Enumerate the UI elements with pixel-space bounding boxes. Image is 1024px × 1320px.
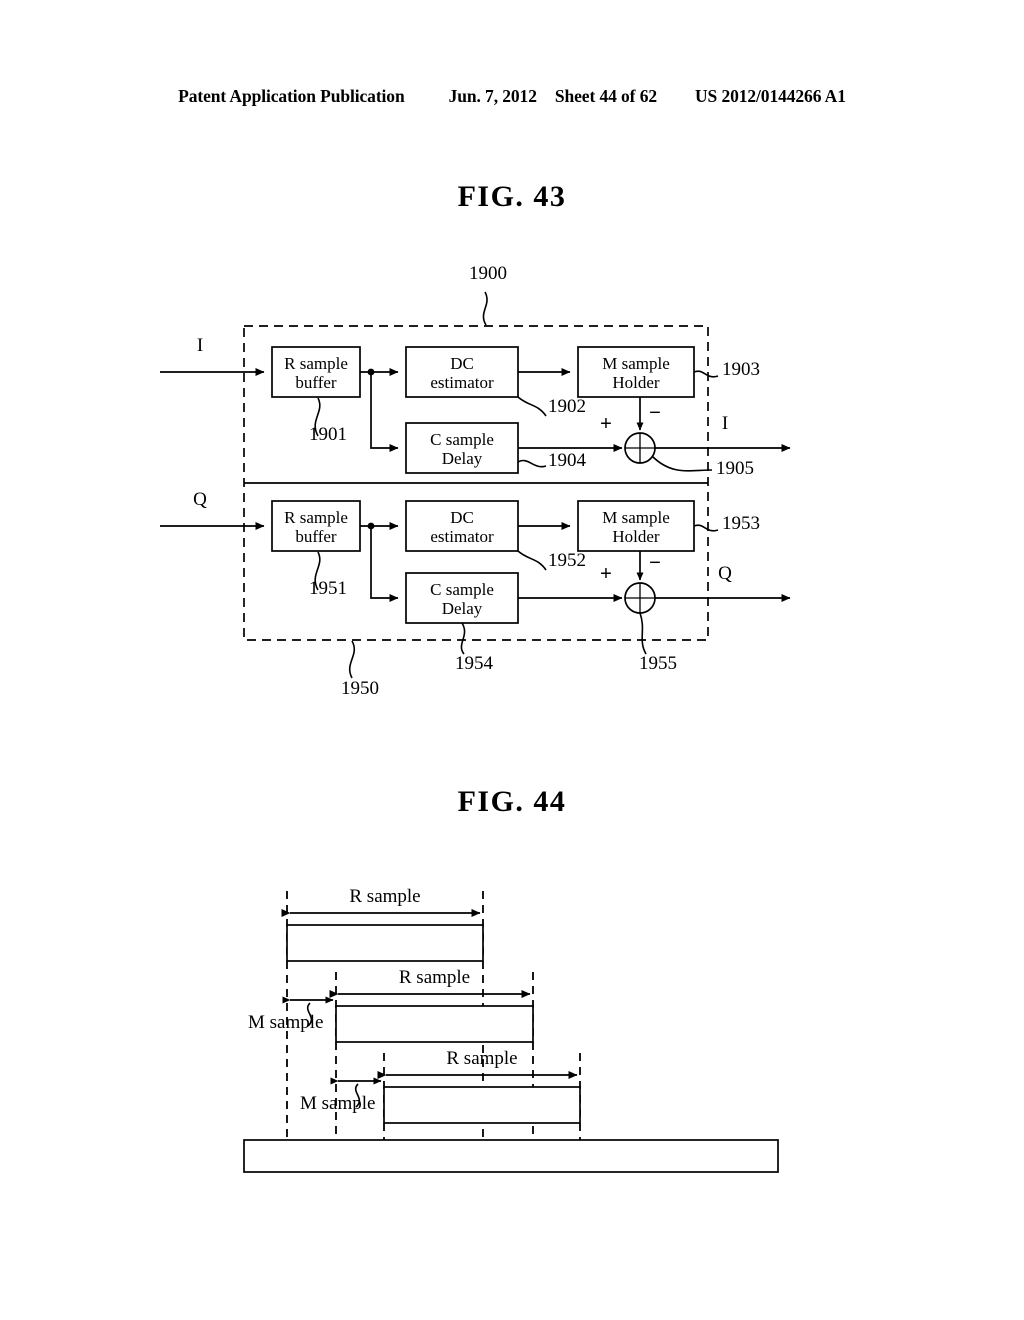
ref-1901: 1901 [309,424,347,445]
input-label-q: Q [193,489,207,510]
header-publication-number: US 2012/0144266 A1 [695,86,846,106]
block-r-sample-buffer-q: R sample buffer [272,508,360,546]
block-line-2: estimator [430,527,494,546]
fig44-row-2-r-sample-label: R sample [398,967,471,988]
ref-1905: 1905 [716,458,754,479]
adder-minus-sign-i: − [649,402,661,424]
ref-1951: 1951 [309,578,347,599]
ref-1904: 1904 [548,450,586,471]
block-line-1: C sample [430,580,494,599]
fig44-row-3-r-sample-label: R sample [446,1048,518,1069]
block-line-2: Delay [441,449,483,468]
output-label-q: Q [718,563,732,584]
header-sheet-number: Sheet 44 of 62 [554,86,657,106]
block-line-1: C sample [430,430,494,449]
block-m-sample-holder-q: M sample Holder [578,508,694,546]
block-line-2: Holder [612,373,660,392]
ref-1954: 1954 [455,653,493,674]
block-dc-estimator-i: DC estimator [406,354,518,392]
block-line-1: R sample [284,354,348,373]
block-line-2: estimator [430,373,494,392]
page-header: Patent Application Publication Jun. 7, 2… [0,86,1024,116]
block-line-1: M sample [602,354,670,373]
ref-1900: 1900 [469,263,507,284]
figure-44-title: FIG. 44 [457,785,567,818]
header-date: Jun. 7, 2012 [448,86,537,106]
block-m-sample-holder-i: M sample Holder [578,354,694,392]
ref-1903: 1903 [722,359,760,380]
block-line-1: DC [450,354,474,373]
fig44-row-1-r-sample-label: R sample [349,886,421,907]
block-line-1: M sample [602,508,670,527]
adder-minus-sign-q: − [649,552,661,574]
fig44-row-2-m-sample-label: M sample [248,1012,324,1033]
block-line-1: R sample [284,508,348,527]
block-line-2: Holder [612,527,660,546]
ref-1953: 1953 [722,513,760,534]
header-publication-title: Patent Application Publication [178,86,405,106]
block-line-2: buffer [295,373,337,392]
input-label-i: I [196,335,204,356]
adder-plus-sign-i: + [600,413,612,435]
block-line-2: Delay [441,599,483,618]
adder-plus-sign-q: + [600,563,612,585]
block-dc-estimator-q: DC estimator [406,508,518,546]
block-c-sample-delay-i: C sample Delay [406,430,518,468]
ref-1902: 1902 [548,396,586,417]
ref-1955: 1955 [639,653,677,674]
ref-1950: 1950 [341,678,379,699]
fig44-row-3-m-sample-label: M sample [300,1093,376,1114]
block-line-1: DC [450,508,474,527]
output-label-i: I [721,413,729,434]
block-line-2: buffer [295,527,337,546]
block-c-sample-delay-q: C sample Delay [406,580,518,618]
block-r-sample-buffer-i: R sample buffer [272,354,360,392]
figure-43-title: FIG. 43 [457,180,567,213]
